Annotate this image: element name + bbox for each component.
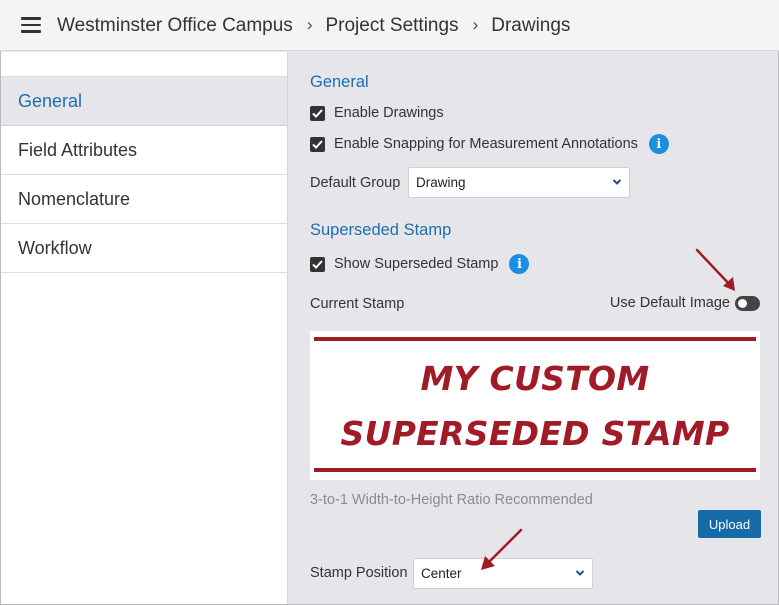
sidebar-item-nomenclature[interactable]: Nomenclature [1,175,287,224]
section-title-general: General [310,73,369,91]
upload-button[interactable]: Upload [698,510,761,538]
sidebar-item-general[interactable]: General [1,77,287,126]
use-default-image-toggle[interactable] [735,295,760,311]
default-group-label: Default Group [310,175,401,191]
chevron-down-icon [612,179,622,185]
stamp-top-rule [314,337,756,341]
ratio-hint: 3-to-1 Width-to-Height Ratio Recommended [310,492,593,508]
enable-drawings-row: Enable Drawings [310,105,444,121]
sidebar-item-workflow[interactable]: Workflow [1,224,287,273]
sidebar-item-label: Field Attributes [18,139,138,160]
current-stamp-label: Current Stamp [310,296,405,312]
stamp-text-line1: MY CUSTOM [420,359,650,398]
checkmark-icon [312,108,323,118]
sidebar-item-label: Nomenclature [18,188,131,209]
stamp-position-value: Center [421,566,462,581]
breadcrumb-drawings: Drawings [491,15,571,36]
default-group-value: Drawing [416,175,466,190]
breadcrumb: Westminster Office Campus › Project Sett… [57,13,570,39]
section-title-superseded: Superseded Stamp [310,221,452,239]
checkmark-icon [312,259,323,269]
top-bar: Westminster Office Campus › Project Sett… [0,0,779,51]
annotation-arrow-icon [695,248,735,291]
use-default-image-row: Use Default Image [610,295,760,311]
enable-drawings-checkbox[interactable] [310,105,325,121]
hamburger-menu-icon[interactable] [21,17,41,33]
checkmark-icon [312,139,323,149]
toggle-knob [738,298,747,308]
sidebar-item-label: General [18,90,83,111]
sidebar-item-field-attributes[interactable]: Field Attributes [1,126,287,175]
settings-panel: General Enable Drawings Enable Snapping … [289,52,778,604]
enable-drawings-label: Enable Drawings [334,105,444,121]
use-default-image-label: Use Default Image [609,295,730,311]
breadcrumb-project[interactable]: Westminster Office Campus [57,15,293,37]
info-icon[interactable]: i [648,134,669,154]
sidebar-item-label: Workflow [18,237,92,258]
sidebar: General Field Attributes Nomenclature Wo… [1,52,288,604]
default-group-select[interactable]: Drawing [408,167,630,198]
enable-snapping-checkbox[interactable] [310,136,325,152]
stamp-position-label: Stamp Position [310,565,408,581]
chevron-down-icon [575,570,585,576]
breadcrumb-chevron-icon: › [306,15,313,34]
current-stamp-preview: MY CUSTOM SUPERSEDED STAMP [310,331,760,480]
show-stamp-label: Show Superseded Stamp [334,256,499,272]
show-stamp-checkbox[interactable] [310,256,325,272]
stamp-text-line2: SUPERSEDED STAMP [340,414,730,453]
enable-snapping-row: Enable Snapping for Measurement Annotati… [310,134,669,154]
stamp-bottom-rule [314,468,756,472]
annotation-arrow-icon [481,528,523,570]
breadcrumb-settings[interactable]: Project Settings [325,15,458,37]
show-stamp-row: Show Superseded Stamp i [310,254,530,274]
breadcrumb-chevron-icon: › [472,15,479,34]
sidebar-spacer [1,52,287,77]
enable-snapping-label: Enable Snapping for Measurement Annotati… [334,136,638,152]
info-icon[interactable]: i [509,254,530,274]
